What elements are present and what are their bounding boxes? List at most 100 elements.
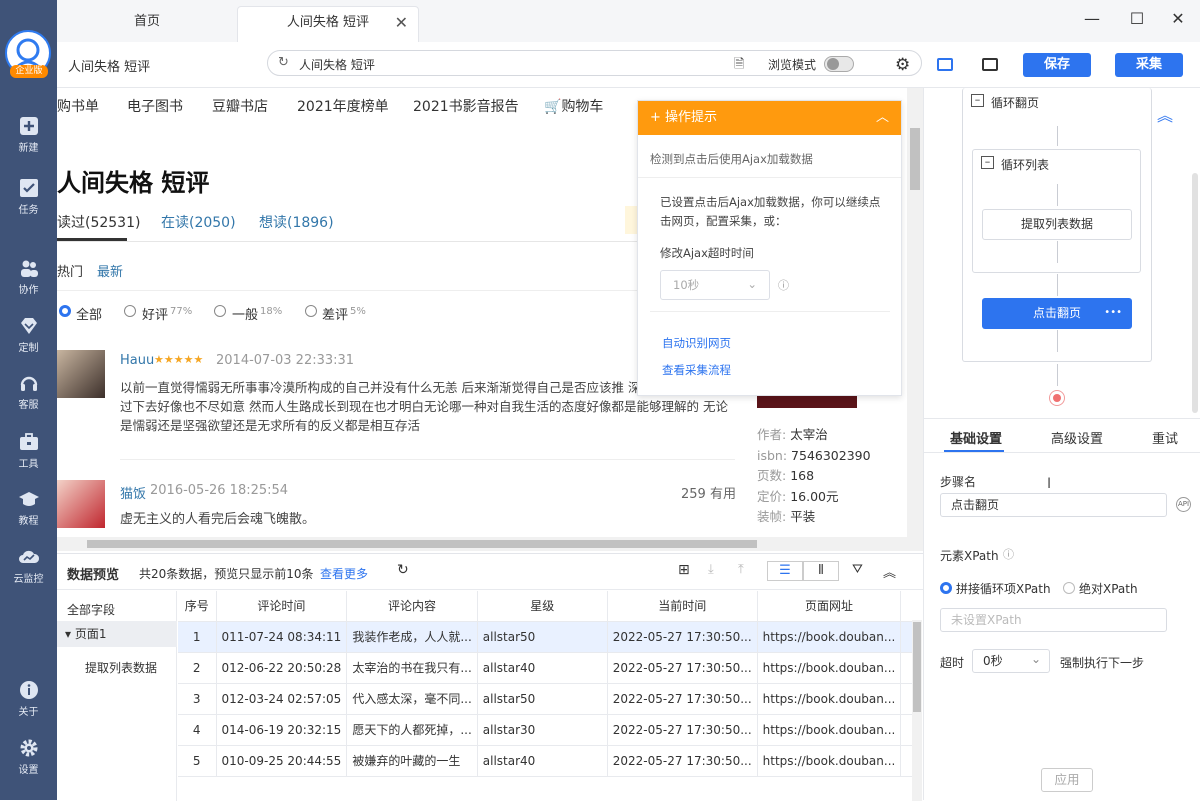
sidebar-item-tools[interactable]: 工具: [0, 432, 57, 470]
column-header[interactable]: 当前时间: [607, 591, 758, 622]
filter-icon[interactable]: ⛛: [852, 562, 863, 577]
comment-user[interactable]: 猫饭: [120, 483, 146, 502]
column-view-icon[interactable]: ⫴: [803, 561, 839, 581]
tree-page[interactable]: ▾ 页面1: [57, 621, 177, 647]
tab-current[interactable]: 人间失格 短评 ✕: [237, 6, 419, 42]
column-header[interactable]: 操作: [900, 591, 913, 622]
url-input[interactable]: ↻ 人间失格 短评 🗎 浏览模式: [267, 50, 922, 76]
hint-header[interactable]: + 操作提示 ︿: [638, 101, 901, 135]
cart-link[interactable]: 🛒购物车: [544, 96, 603, 116]
avatar[interactable]: [57, 480, 105, 528]
web-vertical-scrollbar[interactable]: [907, 88, 923, 537]
column-header[interactable]: 页面网址: [757, 591, 902, 622]
extract-list-step[interactable]: 提取列表数据: [982, 209, 1132, 240]
collapse-toggle[interactable]: –: [981, 156, 994, 169]
hint-timeout-select[interactable]: 10秒 ⌄: [660, 270, 770, 300]
collapse-icon[interactable]: ︿: [876, 101, 889, 135]
tab-home[interactable]: 首页: [57, 6, 237, 42]
radio-all[interactable]: [59, 305, 71, 317]
tab-reading[interactable]: 在读(2050): [161, 212, 236, 232]
help-icon[interactable]: ⓘ: [1003, 546, 1014, 562]
flow-scrollbar[interactable]: [1192, 173, 1198, 413]
sidebar-item-settings[interactable]: 设置: [0, 738, 57, 776]
table-scrollbar[interactable]: [912, 620, 922, 801]
column-header[interactable]: 星级: [477, 591, 608, 622]
maximize-icon[interactable]: ☐: [1125, 8, 1149, 30]
radio-good[interactable]: [124, 305, 136, 317]
add-field-icon[interactable]: ⊞: [678, 562, 690, 578]
tree-child[interactable]: 提取列表数据: [85, 659, 157, 676]
help-icon[interactable]: ⓘ: [778, 277, 789, 293]
table-row[interactable]: 4 014-06-19 20:32:15 愿天下的人都死掉，... allstar30…: [178, 714, 913, 746]
settings-icon[interactable]: ⚙: [895, 55, 910, 75]
view-more-link[interactable]: 查看更多: [320, 565, 368, 582]
minimize-icon[interactable]: —: [1080, 8, 1104, 30]
radio-mid[interactable]: [214, 305, 226, 317]
star-rating: ★★★★★: [154, 353, 204, 366]
sidebar-item-cloud[interactable]: 云监控: [0, 547, 57, 585]
sidebar-item-about[interactable]: 关于: [0, 680, 57, 718]
collapse-toggle[interactable]: –: [971, 94, 984, 107]
sidebar-item-collab[interactable]: 协作: [0, 258, 57, 296]
tree-all-fields[interactable]: 全部字段: [67, 601, 115, 618]
radio-bad[interactable]: [305, 305, 317, 317]
sidebar-item-tutorial[interactable]: 教程: [0, 489, 57, 527]
timeout-select[interactable]: 0秒 ⌄: [972, 649, 1050, 673]
table-row[interactable]: 1 011-07-24 08:34:11 我装作老成，人人就... allstar50…: [178, 621, 913, 653]
browse-mode-toggle[interactable]: [824, 56, 854, 72]
sidebar-item-task[interactable]: 任务: [0, 178, 57, 216]
force-next-label: 强制执行下一步: [1060, 656, 1145, 670]
collect-button[interactable]: 采集: [1115, 53, 1183, 77]
table-row[interactable]: 5 010-09-25 20:44:55 被嫌弃的叶藏的一生 allstar40 202…: [178, 745, 913, 777]
save-button[interactable]: 保存: [1023, 53, 1091, 77]
table-row[interactable]: 3 012-03-24 02:57:05 代入感太深，毫不同... allstar50…: [178, 683, 913, 715]
radio-concat-xpath[interactable]: [940, 582, 952, 594]
refresh-icon[interactable]: ↻: [397, 562, 409, 578]
api-icon[interactable]: API: [1176, 497, 1191, 512]
table-row[interactable]: 2 012-06-22 20:50:28 太宰治的书在我只有... allstar40…: [178, 652, 913, 684]
refresh-icon[interactable]: ↻: [278, 55, 289, 70]
layout-vertical-icon[interactable]: [982, 58, 998, 71]
web-horizontal-scrollbar[interactable]: [57, 537, 923, 551]
nav-link[interactable]: 购书单: [57, 96, 99, 116]
tab-advanced[interactable]: 高级设置: [1051, 428, 1103, 447]
step-name-input[interactable]: 点击翻页: [940, 493, 1167, 517]
nav-link[interactable]: 2021年度榜单: [297, 96, 389, 116]
expand-up-icon[interactable]: ︽: [1157, 102, 1173, 126]
document-icon[interactable]: 🗎: [734, 55, 744, 77]
apply-button[interactable]: 应用: [1041, 768, 1093, 792]
sort-new[interactable]: 最新: [97, 261, 123, 280]
import-icon[interactable]: ⤒: [738, 562, 744, 577]
avatar[interactable]: [57, 350, 105, 398]
sidebar-item-custom[interactable]: 定制: [0, 316, 57, 354]
tab-read[interactable]: 读过(52531): [57, 212, 140, 232]
column-header[interactable]: 评论时间: [216, 591, 348, 622]
tab-retry[interactable]: 重试: [1152, 428, 1178, 447]
nav-link[interactable]: 豆瓣书店: [212, 96, 268, 116]
tab-basic[interactable]: 基础设置: [950, 428, 1002, 447]
xpath-input[interactable]: 未设置XPath: [940, 608, 1167, 632]
layout-horizontal-icon[interactable]: [937, 58, 953, 71]
collapse-icon[interactable]: ︽: [883, 562, 896, 581]
list-view-icon[interactable]: ☰: [767, 561, 803, 581]
comment-user[interactable]: Hauu: [120, 353, 154, 368]
nav-link[interactable]: 电子图书: [127, 96, 183, 116]
sidebar-item-new[interactable]: 新建: [0, 116, 57, 154]
close-icon[interactable]: ✕: [395, 7, 408, 39]
auto-detect-link[interactable]: 自动识别网页: [662, 335, 731, 351]
export-icon[interactable]: ⤓: [708, 562, 714, 577]
tab-wish[interactable]: 想读(1896): [259, 212, 334, 232]
click-page-step[interactable]: 点击翻页 •••: [982, 298, 1132, 329]
sort-hot[interactable]: 热门: [57, 261, 83, 280]
sidebar-label: 教程: [18, 516, 39, 527]
useful-count[interactable]: 259 有用: [681, 483, 736, 502]
window-close-icon[interactable]: ✕: [1166, 8, 1190, 30]
nav-link[interactable]: 2021书影音报告: [413, 96, 519, 116]
column-header[interactable]: 序号: [178, 591, 217, 622]
app-logo[interactable]: 企业版: [5, 30, 51, 78]
more-icon[interactable]: •••: [1104, 297, 1122, 328]
column-header[interactable]: 评论内容: [346, 591, 478, 622]
sidebar-item-support[interactable]: 客服: [0, 373, 57, 411]
view-flow-link[interactable]: 查看采集流程: [662, 362, 731, 378]
radio-absolute-xpath[interactable]: [1063, 582, 1075, 594]
